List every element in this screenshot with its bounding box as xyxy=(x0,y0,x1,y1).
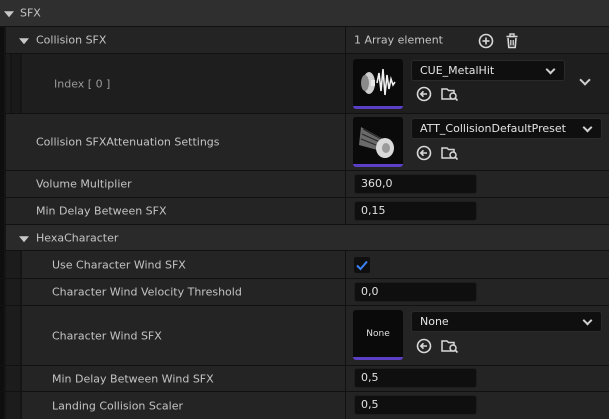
landing-input[interactable]: 0,5 xyxy=(354,395,477,415)
attenuation-row: Collision SFXAttenuation Settings ATT_Co… xyxy=(0,114,609,170)
checkmark-icon xyxy=(356,260,368,271)
min-delay-wind-row: Min Delay Between Wind SFX 0,5 xyxy=(0,366,609,391)
index-label: Index [ 0 ] xyxy=(54,77,111,90)
min-delay-label: Min Delay Between SFX xyxy=(36,204,167,218)
wind-threshold-input[interactable]: 0,0 xyxy=(354,282,477,302)
volume-input[interactable]: 360,0 xyxy=(354,174,477,194)
min-delay-wind-label: Min Delay Between Wind SFX xyxy=(52,372,214,385)
attenuation-cone-icon xyxy=(359,127,394,158)
section-title: SFX xyxy=(20,6,41,20)
wind-sfx-thumb-label: None xyxy=(366,329,390,339)
attenuation-thumbnail[interactable] xyxy=(353,117,403,167)
find-in-browser-icon[interactable] xyxy=(441,86,459,102)
wind-sfx-thumbnail[interactable]: None xyxy=(353,310,403,360)
wind-threshold-label: Character Wind Velocity Threshold xyxy=(52,285,242,299)
chevron-down-icon xyxy=(582,122,593,133)
browse-arrow-icon[interactable] xyxy=(416,338,432,354)
collision-sfx-expand-icon[interactable] xyxy=(19,38,29,45)
wind-sfx-asset-name: None xyxy=(420,315,449,328)
landing-label: Landing Collision Scaler xyxy=(52,399,184,412)
sound-cue-icon xyxy=(361,68,396,96)
wind-sfx-combo[interactable]: None xyxy=(411,311,602,332)
wind-threshold-row: Character Wind Velocity Threshold 0,0 xyxy=(0,279,609,305)
trash-icon[interactable] xyxy=(504,33,520,49)
browse-arrow-icon[interactable] xyxy=(416,86,432,102)
find-in-browser-icon[interactable] xyxy=(441,338,459,354)
wind-sfx-label: Character Wind SFX xyxy=(52,329,162,342)
hexa-category-header[interactable]: HexaCharacter xyxy=(0,225,609,250)
volume-label: Volume Multiplier xyxy=(36,177,132,191)
chevron-down-icon xyxy=(582,315,593,326)
collision-sfx-label: Collision SFX xyxy=(36,33,107,47)
volume-row: Volume Multiplier 360,0 xyxy=(0,171,609,197)
browse-arrow-icon[interactable] xyxy=(416,145,432,161)
chevron-down-icon xyxy=(545,64,556,75)
add-element-icon[interactable] xyxy=(478,33,494,49)
collapse-arrow-icon[interactable] xyxy=(4,11,14,18)
sound-asset-name: CUE_MetalHit xyxy=(420,64,495,77)
wind-sfx-row: Character Wind SFX None None xyxy=(0,306,609,365)
attenuation-asset-name: ATT_CollisionDefaultPreset xyxy=(420,122,566,135)
use-wind-row: Use Character Wind SFX xyxy=(0,251,609,278)
attenuation-label: Collision SFXAttenuation Settings xyxy=(36,135,220,149)
find-in-browser-icon[interactable] xyxy=(441,145,459,161)
hexa-title: HexaCharacter xyxy=(36,231,119,244)
collision-sfx-row: Collision SFX 1 Array element xyxy=(0,27,609,53)
use-wind-label: Use Character Wind SFX xyxy=(52,258,186,271)
min-delay-row: Min Delay Between SFX 0,15 xyxy=(0,198,609,224)
use-wind-checkbox[interactable] xyxy=(354,257,370,273)
sfx-section-header[interactable]: SFX xyxy=(0,0,609,26)
hexa-collapse-icon[interactable] xyxy=(19,235,29,242)
landing-row: Landing Collision Scaler 0,5 xyxy=(0,392,609,419)
array-count: 1 Array element xyxy=(354,33,443,47)
sound-asset-combo[interactable]: CUE_MetalHit xyxy=(411,60,565,81)
attenuation-asset-combo[interactable]: ATT_CollisionDefaultPreset xyxy=(411,118,602,139)
min-delay-wind-input[interactable]: 0,5 xyxy=(354,368,477,388)
asset-thumbnail[interactable] xyxy=(353,59,403,109)
min-delay-input[interactable]: 0,15 xyxy=(354,201,477,221)
index-0-row: Index [ 0 ] CUE_MetalHit xyxy=(0,54,609,113)
